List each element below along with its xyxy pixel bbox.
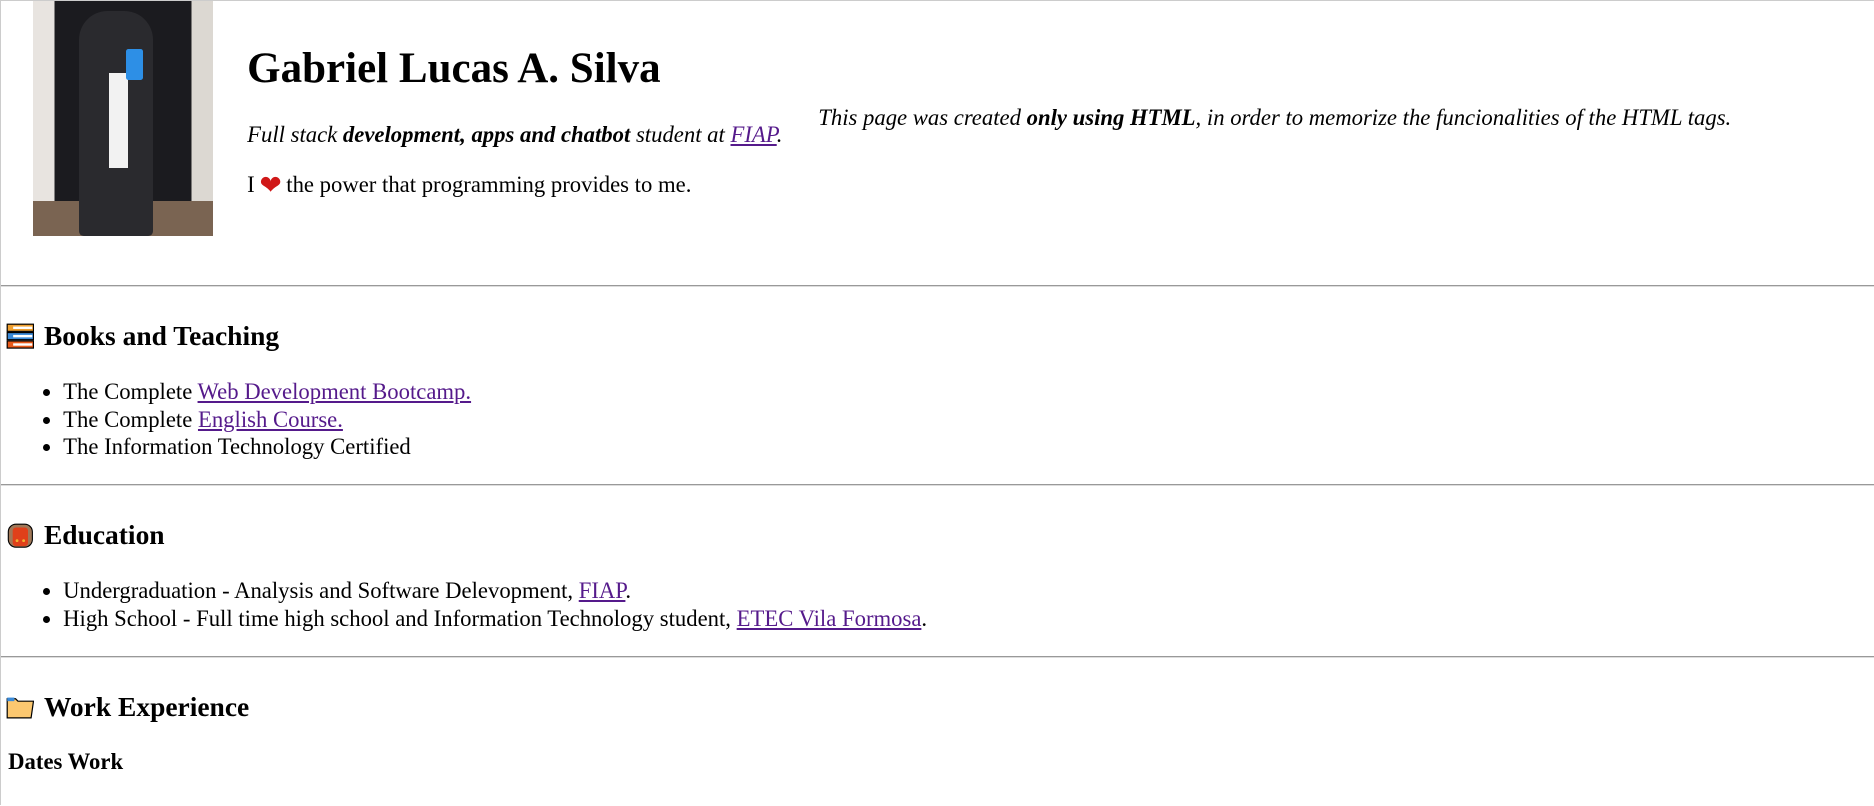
- page-title: Gabriel Lucas A. Silva: [247, 45, 661, 93]
- item-text: High School - Full time high school and …: [63, 605, 737, 631]
- list-item: High School - Full time high school and …: [63, 605, 1874, 632]
- list-item: The Information Technology Certified: [63, 433, 1874, 460]
- note-bold: only using HTML: [1026, 104, 1196, 130]
- profile-photo: [33, 1, 213, 237]
- tagline: Full stack development, apps and chatbot…: [247, 122, 782, 148]
- item-text: The Complete: [63, 406, 198, 432]
- dates-work-heading: Dates Work: [8, 748, 124, 774]
- heart-icon: ❤: [259, 170, 282, 200]
- love-text: the power that programming provides to m…: [286, 171, 692, 197]
- divider: [1, 484, 1874, 487]
- tagline-text: Full stack: [247, 121, 343, 147]
- english-course-link[interactable]: English Course.: [198, 407, 343, 432]
- item-text: The Information Technology Certified: [63, 434, 411, 460]
- love-line: I ❤ the power that programming provides to…: [247, 172, 782, 200]
- tagline-text: student at: [630, 121, 731, 147]
- section-heading-education: Education: [6, 520, 1874, 551]
- section-heading-books: Books and Teaching: [6, 321, 1874, 352]
- item-text: Undergraduation - Analysis and Software …: [63, 578, 579, 604]
- divider: [1, 285, 1874, 288]
- heading-text: Education: [43, 519, 165, 550]
- item-text: .: [625, 578, 632, 604]
- fiap-link[interactable]: FIAP: [731, 122, 777, 147]
- books-list: The Complete Web Development Bootcamp. T…: [1, 378, 1874, 460]
- list-item: Undergraduation - Analysis and Software …: [63, 577, 1874, 604]
- list-item: The Complete Web Development Bootcamp.: [63, 378, 1874, 405]
- education-list: Undergraduation - Analysis and Software …: [1, 577, 1874, 632]
- profile-header: Gabriel Lucas A. Silva Full stack develo…: [1, 1, 1874, 285]
- section-heading-work: Work Experience: [6, 692, 1874, 723]
- note-text: This page was created: [818, 104, 1027, 130]
- heading-text: Books and Teaching: [43, 320, 280, 351]
- tagline-text: .: [776, 121, 783, 147]
- etec-link[interactable]: ETEC Vila Formosa: [737, 606, 922, 631]
- divider: [1, 656, 1874, 659]
- folder-icon: [6, 697, 34, 719]
- page-note: This page was created only using HTML, i…: [818, 105, 1731, 131]
- fiap-link[interactable]: FIAP: [579, 578, 626, 603]
- love-text: I: [247, 171, 255, 197]
- books-icon: [6, 323, 34, 349]
- list-item: The Complete English Course.: [63, 406, 1874, 433]
- note-text: , in order to memorize the funcionalitie…: [1195, 104, 1732, 130]
- intro: Gabriel Lucas A. Silva Full stack develo…: [247, 1, 782, 223]
- item-text: .: [921, 605, 928, 631]
- item-text: The Complete: [63, 379, 198, 405]
- bootcamp-link[interactable]: Web Development Bootcamp.: [198, 379, 472, 404]
- heading-text: Work Experience: [43, 691, 250, 722]
- tagline-bold: development, apps and chatbot: [342, 121, 631, 147]
- backpack-icon: [7, 523, 33, 549]
